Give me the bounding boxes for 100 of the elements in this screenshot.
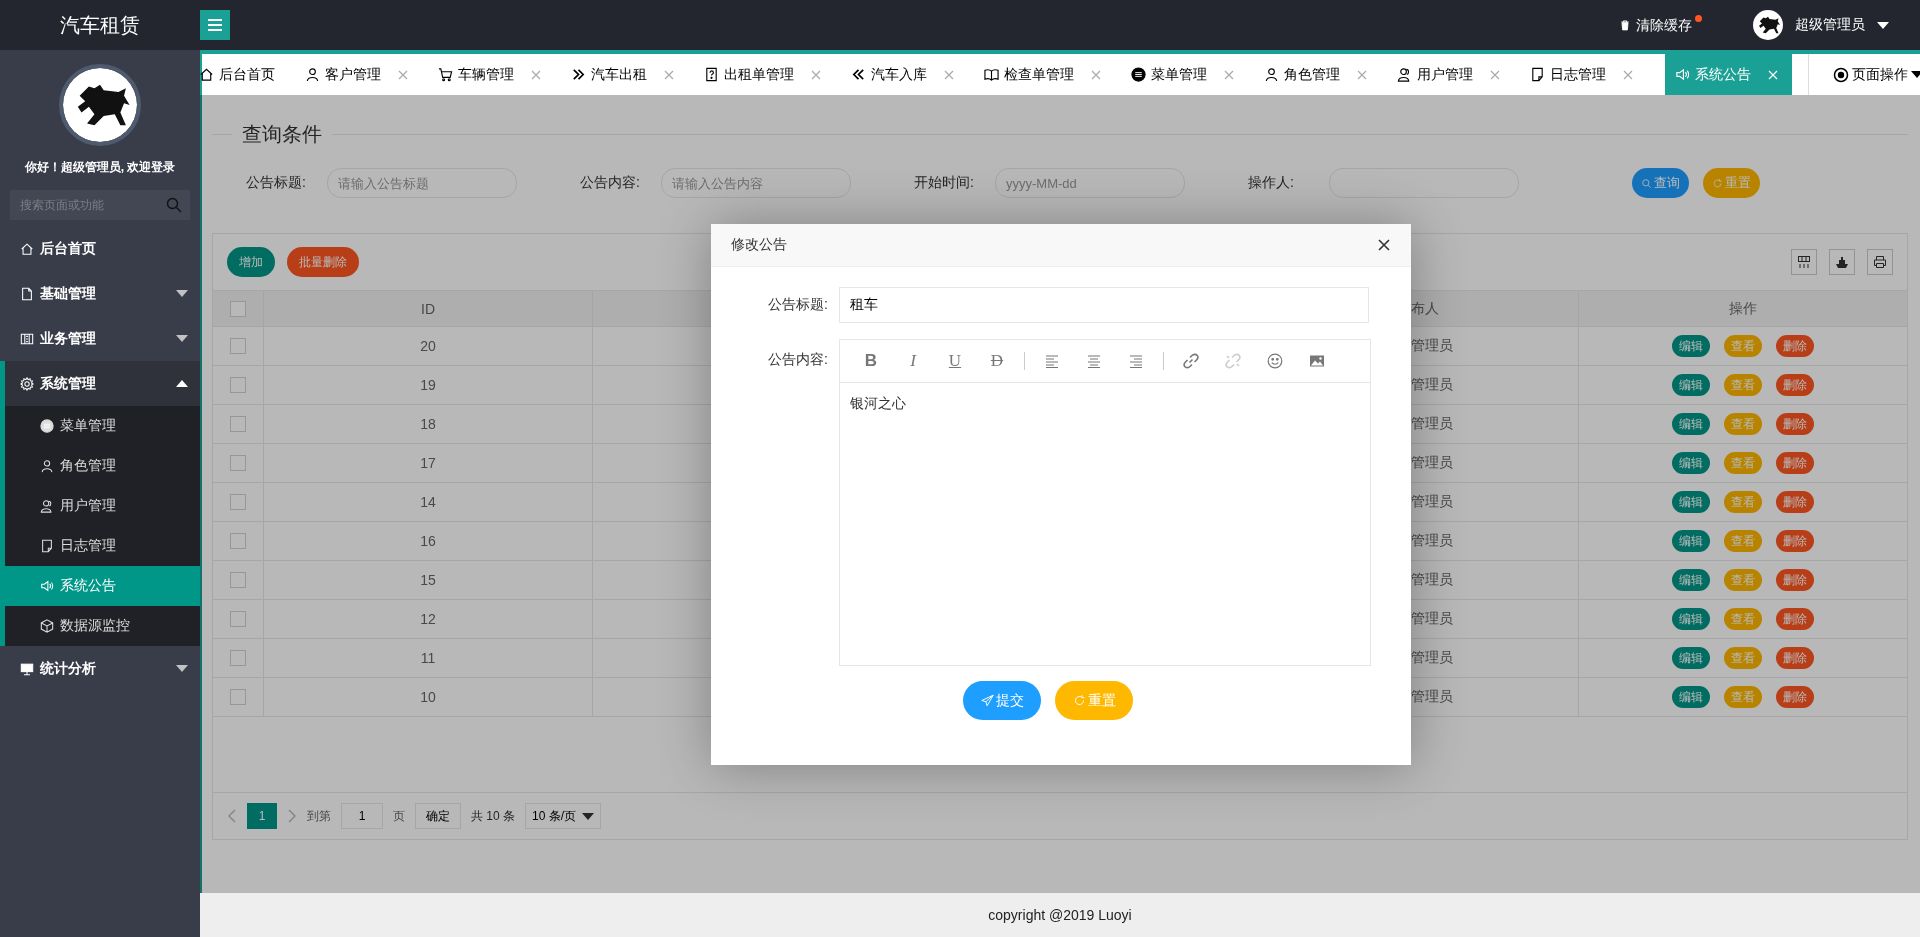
checkbox[interactable] [230, 533, 246, 549]
previous-page-icon[interactable] [227, 809, 237, 823]
view-button[interactable]: 查看 [1724, 647, 1762, 669]
tab[interactable]: 车辆管理 [438, 54, 555, 95]
input-field[interactable]: 请输入公告标题 [327, 168, 517, 198]
sidebar-item[interactable]: 统计分析 [0, 646, 200, 691]
edit-button[interactable]: 编辑 [1672, 335, 1710, 357]
bold-button[interactable]: B [856, 348, 886, 374]
table-cell: 16 [420, 533, 436, 549]
editor-text: 银河之心 [850, 395, 906, 411]
edit-button[interactable]: 编辑 [1672, 569, 1710, 591]
edit-button[interactable]: 编辑 [1672, 530, 1710, 552]
search-button[interactable]: 查询 [1632, 168, 1689, 198]
checkbox[interactable] [230, 494, 246, 510]
sidebar-item[interactable]: 数据源监控 [5, 606, 200, 646]
print-button[interactable] [1867, 249, 1893, 275]
text-area[interactable]: 银河之心 [840, 383, 1370, 665]
tab[interactable]: 汽车出租 [571, 54, 688, 95]
sidebar-item[interactable]: 业务管理 [0, 316, 200, 361]
submit-button[interactable]: 提交 [963, 681, 1041, 720]
checkbox[interactable] [230, 650, 246, 666]
title-input[interactable]: 租车 [839, 287, 1369, 323]
view-button[interactable]: 查看 [1724, 452, 1762, 474]
page-size-select[interactable]: 10 条/页 [525, 803, 602, 829]
checkbox[interactable] [230, 455, 246, 471]
tab[interactable]: 日志管理 [1530, 54, 1647, 95]
sidebar-item[interactable]: 基础管理 [0, 271, 200, 316]
menu-icon [208, 19, 222, 31]
view-button[interactable]: 查看 [1724, 335, 1762, 357]
sidebar-item[interactable]: 后台首页 [0, 226, 200, 271]
delete-button[interactable]: 删除 [1776, 686, 1814, 708]
printer-icon [1873, 255, 1887, 269]
batch-delete-button[interactable]: 批量删除 [287, 247, 359, 277]
tab[interactable]: 客户管理 [305, 54, 422, 95]
page-input[interactable]: 1 [341, 803, 383, 829]
tab[interactable]: 系统公告 [1665, 54, 1792, 95]
dialog-title: 修改公告 [731, 236, 787, 254]
tab[interactable]: 汽车入库 [851, 54, 968, 95]
tab[interactable]: 角色管理 [1264, 54, 1381, 95]
tab[interactable]: 用户管理 [1397, 54, 1514, 95]
view-button[interactable]: 查看 [1724, 608, 1762, 630]
input-field[interactable]: yyyy-MM-dd [995, 168, 1185, 198]
view-button[interactable]: 查看 [1724, 374, 1762, 396]
edit-button[interactable]: 编辑 [1672, 686, 1710, 708]
reset-button[interactable]: 重置 [1055, 681, 1133, 720]
delete-button[interactable]: 删除 [1776, 608, 1814, 630]
tab[interactable]: 出租单管理 [704, 54, 835, 95]
next-page-icon[interactable] [287, 809, 297, 823]
checkbox[interactable] [230, 377, 246, 393]
tab[interactable]: 检查单管理 [984, 54, 1115, 95]
checkbox[interactable] [230, 689, 246, 705]
columns-button[interactable] [1791, 249, 1817, 275]
caret-icon [1911, 71, 1920, 78]
edit-button[interactable]: 编辑 [1672, 374, 1710, 396]
close-icon[interactable] [1377, 238, 1391, 252]
delete-button[interactable]: 删除 [1776, 530, 1814, 552]
delete-button[interactable]: 删除 [1776, 335, 1814, 357]
checkbox[interactable] [230, 416, 246, 432]
italic-button[interactable]: I [898, 348, 928, 374]
view-button[interactable]: 查看 [1724, 413, 1762, 435]
delete-button[interactable]: 删除 [1776, 491, 1814, 513]
edit-button[interactable]: 编辑 [1672, 452, 1710, 474]
menu-toggle-button[interactable] [200, 10, 230, 40]
input-field[interactable] [1329, 168, 1519, 198]
page-actions-button[interactable]: 页面操作 [1808, 54, 1920, 95]
view-button[interactable]: 查看 [1724, 686, 1762, 708]
clear-cache-button[interactable]: 清除缓存 [1619, 15, 1702, 35]
checkbox[interactable] [230, 611, 246, 627]
user-menu-button[interactable]: 超级管理员 [1747, 9, 1895, 41]
sidebar-item[interactable]: 系统管理 [5, 361, 200, 406]
checkbox[interactable] [230, 300, 246, 317]
input-field[interactable]: 请输入公告内容 [661, 168, 851, 198]
delete-button[interactable]: 删除 [1776, 569, 1814, 591]
view-button[interactable]: 查看 [1724, 569, 1762, 591]
sidebar-item[interactable]: 用户管理 [5, 486, 200, 526]
sidebar-item[interactable]: 角色管理 [5, 446, 200, 486]
add-button[interactable]: 增加 [227, 247, 275, 277]
page-button[interactable]: 1 [247, 803, 277, 829]
confirm-button[interactable]: 确定 [415, 803, 461, 829]
table-cell: 管理员 [1411, 454, 1453, 472]
view-button[interactable]: 查看 [1724, 530, 1762, 552]
sidebar-item[interactable]: 菜单管理 [5, 406, 200, 446]
edit-button[interactable]: 编辑 [1672, 491, 1710, 513]
tab[interactable]: 菜单管理 [1131, 54, 1248, 95]
edit-button[interactable]: 编辑 [1672, 647, 1710, 669]
view-button[interactable]: 查看 [1724, 491, 1762, 513]
monitor-icon [20, 661, 34, 676]
delete-button[interactable]: 删除 [1776, 413, 1814, 435]
sidebar-item[interactable]: 日志管理 [5, 526, 200, 566]
delete-button[interactable]: 删除 [1776, 452, 1814, 474]
delete-button[interactable]: 删除 [1776, 374, 1814, 396]
edit-button[interactable]: 编辑 [1672, 608, 1710, 630]
edit-button[interactable]: 编辑 [1672, 413, 1710, 435]
tab[interactable]: 后台首页 [199, 54, 289, 95]
delete-button[interactable]: 删除 [1776, 647, 1814, 669]
export-button[interactable] [1829, 249, 1855, 275]
checkbox[interactable] [230, 572, 246, 588]
underline-button[interactable]: U [940, 348, 970, 374]
checkbox[interactable] [230, 338, 246, 354]
strike-button[interactable]: D [982, 348, 1012, 374]
